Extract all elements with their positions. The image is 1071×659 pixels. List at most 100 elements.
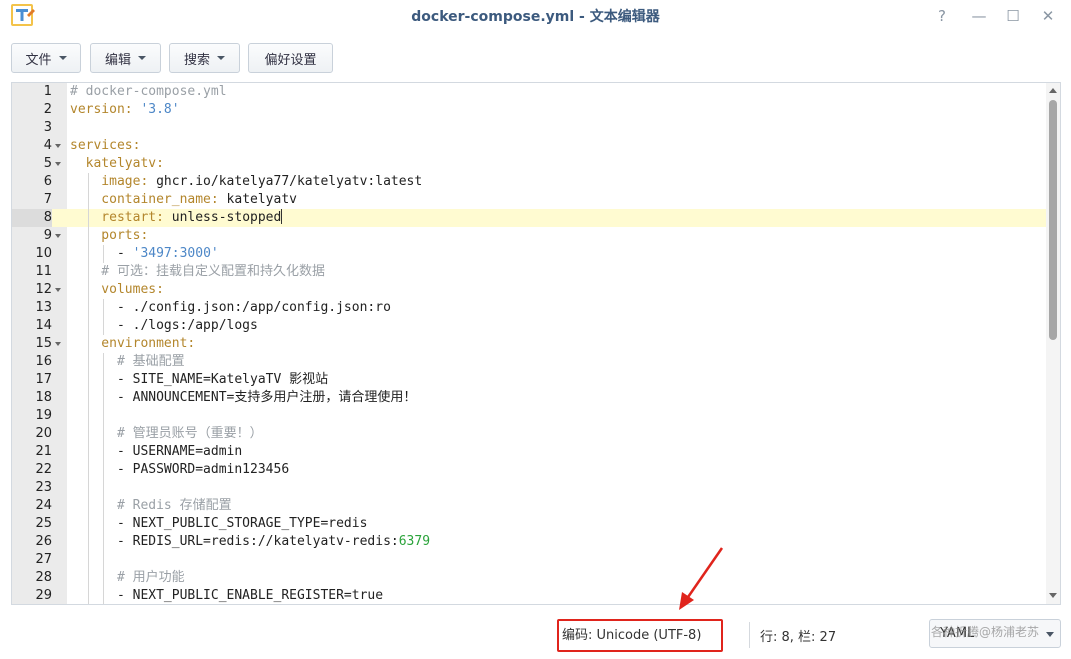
code-text: # docker-compose.yml [70, 83, 227, 101]
code-text: restart: unless-stopped [70, 209, 283, 227]
search-menu-label: 搜索 [183, 52, 210, 68]
code-line[interactable]: 2 version: '3.8' [12, 101, 1046, 119]
code-line[interactable]: 6 image: ghcr.io/katelya77/katelyatv:lat… [12, 173, 1046, 191]
code-line[interactable]: 26 - REDIS_URL=redis://katelyatv-redis:6… [12, 533, 1046, 551]
indent-guide [103, 551, 105, 569]
minimize-icon[interactable]: — [968, 5, 990, 27]
code-line[interactable]: 16 # 基础配置 [12, 353, 1046, 371]
fold-toggle-icon[interactable] [55, 144, 61, 148]
code-line[interactable]: 19 [12, 407, 1046, 425]
code-line[interactable]: 7 container_name: katelyatv [12, 191, 1046, 209]
code-text: image: ghcr.io/katelya77/katelyatv:lates… [70, 173, 422, 191]
code-line[interactable]: 25 - NEXT_PUBLIC_STORAGE_TYPE=redis [12, 515, 1046, 533]
line-number: 24 [35, 498, 52, 513]
file-menu-label: 文件 [25, 52, 52, 68]
code-text: - SITE_NAME=KatelyaTV 影视站 [70, 371, 328, 389]
code-token: services: [70, 138, 141, 153]
code-line[interactable]: 22 - PASSWORD=admin123456 [12, 461, 1046, 479]
code-line[interactable]: 8 restart: unless-stopped [12, 209, 1046, 227]
indent-guide [87, 479, 89, 497]
code-token: - [70, 246, 133, 261]
indent-guide [87, 407, 89, 425]
status-divider [749, 622, 750, 648]
scroll-down-icon[interactable] [1049, 593, 1057, 598]
code-text: - REDIS_URL=redis://katelyatv-redis:6379 [70, 533, 430, 551]
scrollbar-thumb[interactable] [1049, 100, 1057, 340]
line-number: 27 [35, 552, 52, 567]
code-line[interactable]: 17 - SITE_NAME=KatelyaTV 影视站 [12, 371, 1046, 389]
maximize-icon[interactable]: ☐ [1002, 5, 1024, 27]
code-text: environment: [70, 335, 195, 353]
chevron-down-icon [1046, 632, 1054, 637]
code-line[interactable]: 21 - USERNAME=admin [12, 443, 1046, 461]
line-number: 21 [35, 444, 52, 459]
text-cursor [281, 209, 283, 224]
line-number: 16 [35, 354, 52, 369]
code-token: version: [70, 102, 141, 117]
code-line[interactable]: 4 services: [12, 137, 1046, 155]
scroll-up-icon[interactable] [1049, 88, 1057, 93]
encoding-indicator[interactable]: 编码: Unicode (UTF-8) [557, 619, 723, 652]
close-icon[interactable]: ✕ [1037, 5, 1059, 27]
code-line[interactable]: 28 # 用户功能 [12, 569, 1046, 587]
code-line[interactable]: 1 # docker-compose.yml [12, 83, 1046, 101]
line-number: 8 [12, 209, 52, 227]
caret-down-icon [217, 56, 225, 60]
code-text: - ANNOUNCEMENT=支持多用户注册，请合理使用！ [70, 389, 416, 407]
code-text: - PASSWORD=admin123456 [70, 461, 289, 479]
code-line[interactable]: 24 # Redis 存储配置 [12, 497, 1046, 515]
line-number: 4 [43, 138, 52, 153]
code-line[interactable]: 5 katelyatv: [12, 155, 1046, 173]
code-token: # Redis 存储配置 [70, 498, 232, 513]
code-line[interactable]: 20 # 管理员账号（重要！） [12, 425, 1046, 443]
file-menu-button[interactable]: 文件 [11, 43, 81, 73]
code-editor[interactable]: 1 # docker-compose.yml 2 version: '3.8' 3 4 se… [11, 82, 1061, 605]
fold-toggle-icon[interactable] [55, 162, 61, 166]
code-line[interactable]: 9 ports: [12, 227, 1046, 245]
fold-toggle-icon[interactable] [55, 234, 61, 238]
code-line[interactable]: 11 # 可选：挂载自定义配置和持久化数据 [12, 263, 1046, 281]
code-line[interactable]: 23 [12, 479, 1046, 497]
line-number: 14 [35, 318, 52, 333]
preferences-button[interactable]: 偏好设置 [248, 43, 333, 73]
code-line[interactable]: 18 - ANNOUNCEMENT=支持多用户注册，请合理使用！ [12, 389, 1046, 407]
annotation-arrow-icon [679, 547, 724, 610]
code-line[interactable]: 27 [12, 551, 1046, 569]
code-token: # 用户功能 [70, 570, 185, 585]
code-token: 6379 [398, 534, 431, 549]
code-token: '3497:3000' [132, 246, 219, 261]
code-token: ports: [70, 228, 149, 243]
line-number: 15 [35, 336, 52, 351]
code-token: - SITE_NAME=KatelyaTV 影视站 [70, 372, 329, 387]
fold-toggle-icon[interactable] [55, 342, 61, 346]
code-line[interactable]: 14 - ./logs:/app/logs [12, 317, 1046, 335]
code-line[interactable]: 10 - '3497:3000' [12, 245, 1046, 263]
code-line[interactable]: 29 - NEXT_PUBLIC_ENABLE_REGISTER=true [12, 587, 1046, 604]
caret-down-icon [138, 56, 146, 60]
code-lines[interactable]: 1 # docker-compose.yml 2 version: '3.8' 3 4 se… [12, 83, 1046, 604]
code-line[interactable]: 15 environment: [12, 335, 1046, 353]
code-token: - NEXT_PUBLIC_STORAGE_TYPE=redis [70, 516, 368, 531]
fold-toggle-icon[interactable] [55, 288, 61, 292]
edit-menu-button[interactable]: 编辑 [90, 43, 161, 73]
code-line[interactable]: 3 [12, 119, 1046, 137]
code-line[interactable]: 12 volumes: [12, 281, 1046, 299]
code-text: katelyatv: [70, 155, 164, 173]
help-icon[interactable]: ? [931, 5, 953, 27]
code-token: - ./logs:/app/logs [70, 318, 258, 333]
code-text: # Redis 存储配置 [70, 497, 232, 515]
line-number: 11 [35, 264, 52, 279]
vertical-scrollbar[interactable] [1046, 83, 1060, 604]
cursor-position: 行: 8, 栏: 27 [760, 630, 837, 645]
code-text: - NEXT_PUBLIC_ENABLE_REGISTER=true [70, 587, 383, 604]
preferences-label: 偏好设置 [264, 52, 317, 68]
code-token: image: [70, 174, 157, 189]
code-text: # 管理员账号（重要！） [70, 425, 263, 443]
code-text: volumes: [70, 281, 164, 299]
code-token: # 管理员账号（重要！） [70, 426, 263, 441]
search-menu-button[interactable]: 搜索 [169, 43, 240, 73]
indent-guide [103, 407, 105, 425]
code-line[interactable]: 13 - ./config.json:/app/config.json:ro [12, 299, 1046, 317]
code-text: - USERNAME=admin [70, 443, 242, 461]
line-number: 6 [43, 174, 52, 189]
